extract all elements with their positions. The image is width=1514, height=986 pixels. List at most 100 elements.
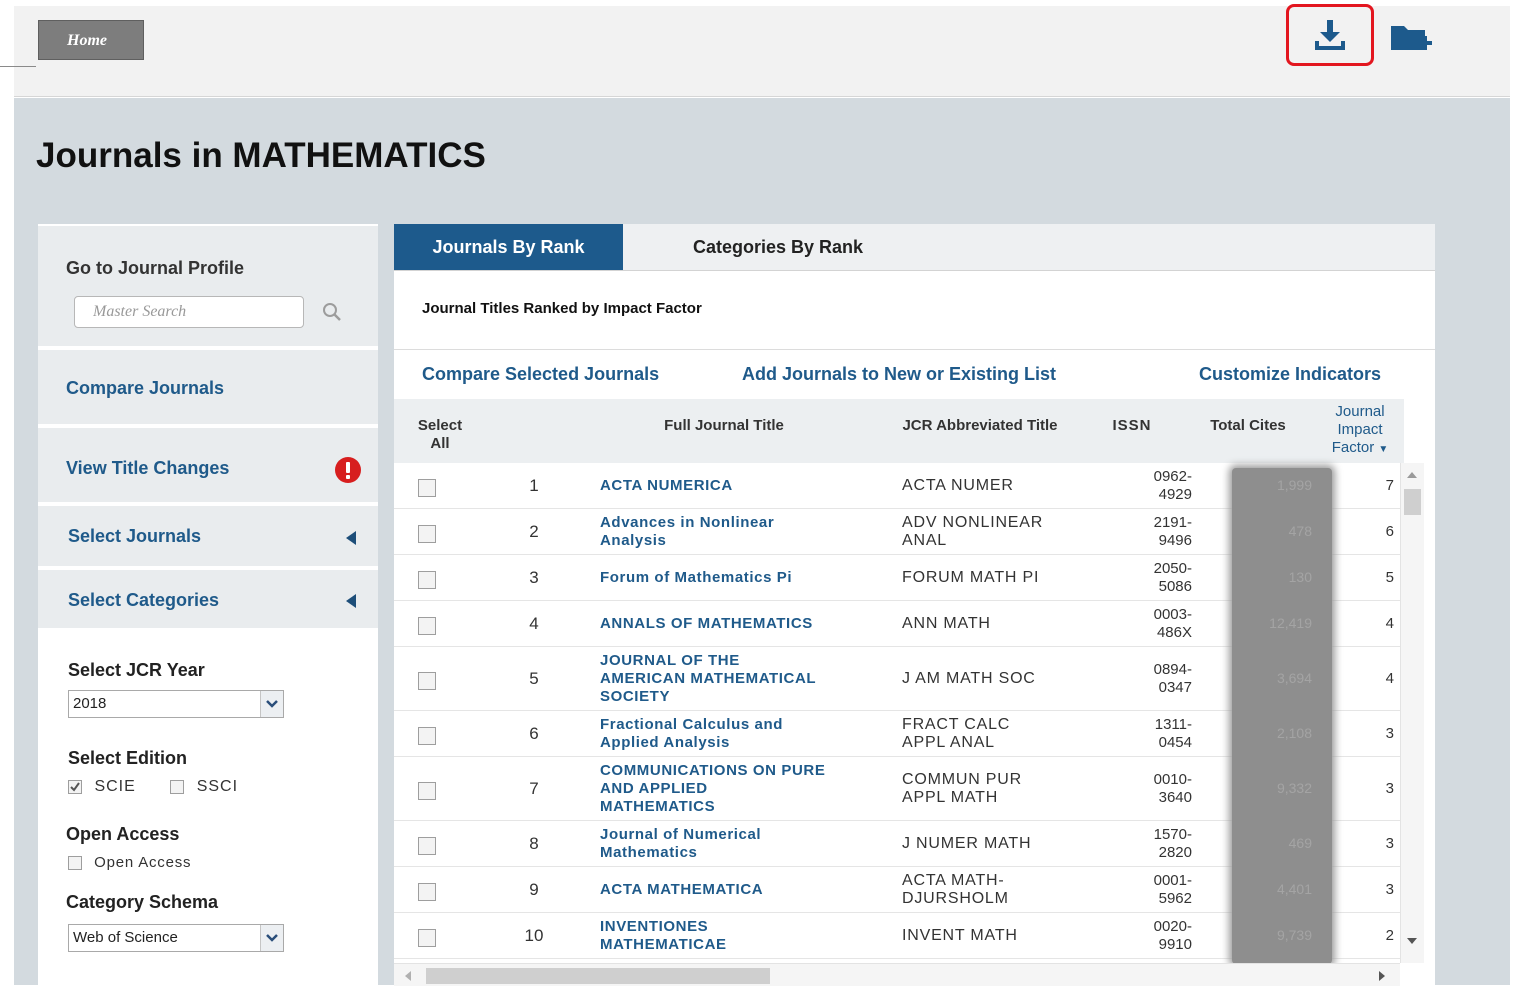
action-bar: Compare Selected Journals Add Journals t…: [394, 349, 1435, 400]
issn-value: 0894- 0347: [1153, 661, 1192, 696]
row-select-checkbox[interactable]: [418, 883, 436, 901]
scroll-up-icon[interactable]: [1406, 471, 1418, 479]
select-journals-link[interactable]: Select Journals: [68, 526, 201, 547]
abbreviated-title: ADV NONLINEAR ANAL: [902, 514, 1044, 549]
journal-title-link[interactable]: INVENTIONES MATHEMATICAE: [600, 918, 890, 954]
impact-factor-value: 5: [1385, 569, 1394, 586]
tab-categories-by-rank[interactable]: Categories By Rank: [623, 224, 933, 270]
vertical-scroll-thumb[interactable]: [1404, 489, 1421, 515]
expand-arrow-icon: [346, 531, 356, 545]
row-select-checkbox[interactable]: [418, 672, 436, 690]
category-schema-select[interactable]: Web of Science: [68, 924, 284, 952]
category-schema-value: Web of Science: [73, 929, 178, 946]
issn-value: 2050- 5086: [1153, 560, 1192, 595]
row-select-checkbox[interactable]: [418, 479, 436, 497]
compare-selected-link[interactable]: Compare Selected Journals: [422, 364, 659, 385]
journal-profile-section: Go to Journal Profile: [38, 224, 378, 348]
row-select-checkbox[interactable]: [418, 782, 436, 800]
home-button[interactable]: Home: [38, 20, 144, 60]
total-cites-value: 3,694: [1276, 670, 1312, 686]
total-cites-value: 12,419: [1269, 615, 1312, 631]
rank-number: 4: [529, 614, 539, 633]
compare-journals-item[interactable]: Compare Journals: [38, 348, 378, 426]
compare-journals-link[interactable]: Compare Journals: [66, 378, 224, 399]
impact-factor-value: 2: [1385, 927, 1394, 944]
journal-title-link[interactable]: ACTA NUMERICA: [600, 477, 890, 495]
add-to-folder-button[interactable]: [1388, 18, 1436, 58]
expand-arrow-icon: [346, 594, 356, 608]
redacted-total-cites-column: 1,999 478 130 12,419 3,694 2,108 9,332 469 4,401…: [1232, 468, 1332, 964]
ssci-checkbox[interactable]: [170, 779, 185, 794]
journal-title-link[interactable]: Fractional Calculus and Applied Analysis: [600, 716, 890, 752]
horizontal-scrollbar[interactable]: [394, 963, 1400, 986]
journal-title-link[interactable]: ACTA MATHEMATICA: [600, 881, 890, 899]
rank-number: 10: [524, 926, 544, 945]
divider: [0, 66, 36, 67]
journal-title-link[interactable]: Advances in Nonlinear Analysis: [600, 514, 890, 550]
view-title-changes-item[interactable]: View Title Changes: [38, 426, 378, 504]
tab-bar: Journals By Rank Categories By Rank: [394, 224, 1435, 271]
row-select-checkbox[interactable]: [418, 727, 436, 745]
horizontal-scroll-thumb[interactable]: [426, 968, 770, 984]
column-jif-sort[interactable]: Journal Impact Factor ▼: [1320, 403, 1400, 459]
row-select-checkbox[interactable]: [418, 837, 436, 855]
journal-title-link[interactable]: Forum of Mathematics Pi: [600, 569, 890, 587]
rank-number: 9: [529, 880, 539, 899]
abbreviated-title: ANN MATH: [902, 615, 991, 632]
select-categories-link[interactable]: Select Categories: [68, 590, 219, 611]
select-year-label: Select JCR Year: [68, 660, 205, 680]
issn-value: 2191- 9496: [1153, 514, 1192, 549]
journal-title-link[interactable]: COMMUNICATIONS ON PURE AND APPLIED MATHEMA…: [600, 762, 890, 816]
total-cites-value: 130: [1288, 569, 1312, 585]
row-select-checkbox[interactable]: [418, 617, 436, 635]
row-select-checkbox[interactable]: [418, 525, 436, 543]
impact-factor-value: 3: [1385, 780, 1394, 797]
abbreviated-title: J NUMER MATH: [902, 835, 1032, 852]
download-button[interactable]: [1286, 4, 1374, 66]
sidebar: Go to Journal Profile Compare Journals V…: [38, 224, 378, 985]
row-select-checkbox[interactable]: [418, 929, 436, 947]
open-access-label: Open Access: [66, 824, 180, 844]
total-cites-value: 1,999: [1276, 477, 1312, 493]
master-search-input[interactable]: [74, 296, 304, 328]
journal-title-link[interactable]: JOURNAL OF THE AMERICAN MATHEMATICAL SOCIE…: [600, 652, 890, 706]
chevron-down-icon: [260, 691, 283, 717]
journal-title-link[interactable]: ANNALS OF MATHEMATICS: [600, 615, 890, 633]
impact-factor-value: 3: [1385, 881, 1394, 898]
abbreviated-title: FORUM MATH PI: [902, 569, 1040, 586]
scroll-down-icon[interactable]: [1406, 937, 1418, 945]
scie-checkbox[interactable]: [68, 779, 82, 794]
view-title-changes-link[interactable]: View Title Changes: [66, 458, 229, 479]
ssci-label: SSCI: [196, 778, 239, 795]
table-header: Select All Full Journal Title JCR Abbrev…: [394, 399, 1404, 463]
add-to-list-link[interactable]: Add Journals to New or Existing List: [742, 364, 1056, 385]
select-journals-item[interactable]: Select Journals: [38, 504, 378, 568]
scie-label: SCIE: [94, 778, 136, 795]
scroll-left-icon[interactable]: [404, 970, 412, 982]
issn-value: 0003- 486X: [1153, 606, 1192, 641]
chevron-down-icon: [260, 925, 283, 951]
total-cites-value: 9,332: [1276, 780, 1312, 796]
jcr-year-value: 2018: [73, 695, 107, 712]
vertical-scrollbar[interactable]: [1400, 463, 1424, 963]
open-access-checkbox[interactable]: [68, 856, 82, 871]
tab-journals-by-rank[interactable]: Journals By Rank: [394, 224, 623, 270]
select-all-header[interactable]: Select All: [414, 417, 466, 453]
top-toolbar: Home: [14, 4, 1510, 97]
jcr-year-select[interactable]: 2018: [68, 690, 284, 718]
customize-indicators-link[interactable]: Customize Indicators: [1199, 364, 1381, 385]
rank-number: 5: [529, 669, 539, 688]
rank-number: 8: [529, 834, 539, 853]
ranking-subtitle: Journal Titles Ranked by Impact Factor: [422, 300, 702, 317]
sort-down-icon: ▼: [1378, 444, 1389, 455]
scroll-right-icon[interactable]: [1378, 970, 1386, 982]
impact-factor-value: 7: [1385, 477, 1394, 494]
total-cites-value: 4,401: [1276, 881, 1312, 897]
select-categories-item[interactable]: Select Categories: [38, 568, 378, 630]
journal-title-link[interactable]: Journal of Numerical Mathematics: [600, 826, 890, 862]
go-to-profile-label: Go to Journal Profile: [66, 258, 245, 278]
abbreviated-title: INVENT MATH: [902, 927, 1018, 944]
search-icon[interactable]: [322, 302, 342, 322]
row-select-checkbox[interactable]: [418, 571, 436, 589]
edition-options: SCIE SSCI: [68, 778, 238, 796]
